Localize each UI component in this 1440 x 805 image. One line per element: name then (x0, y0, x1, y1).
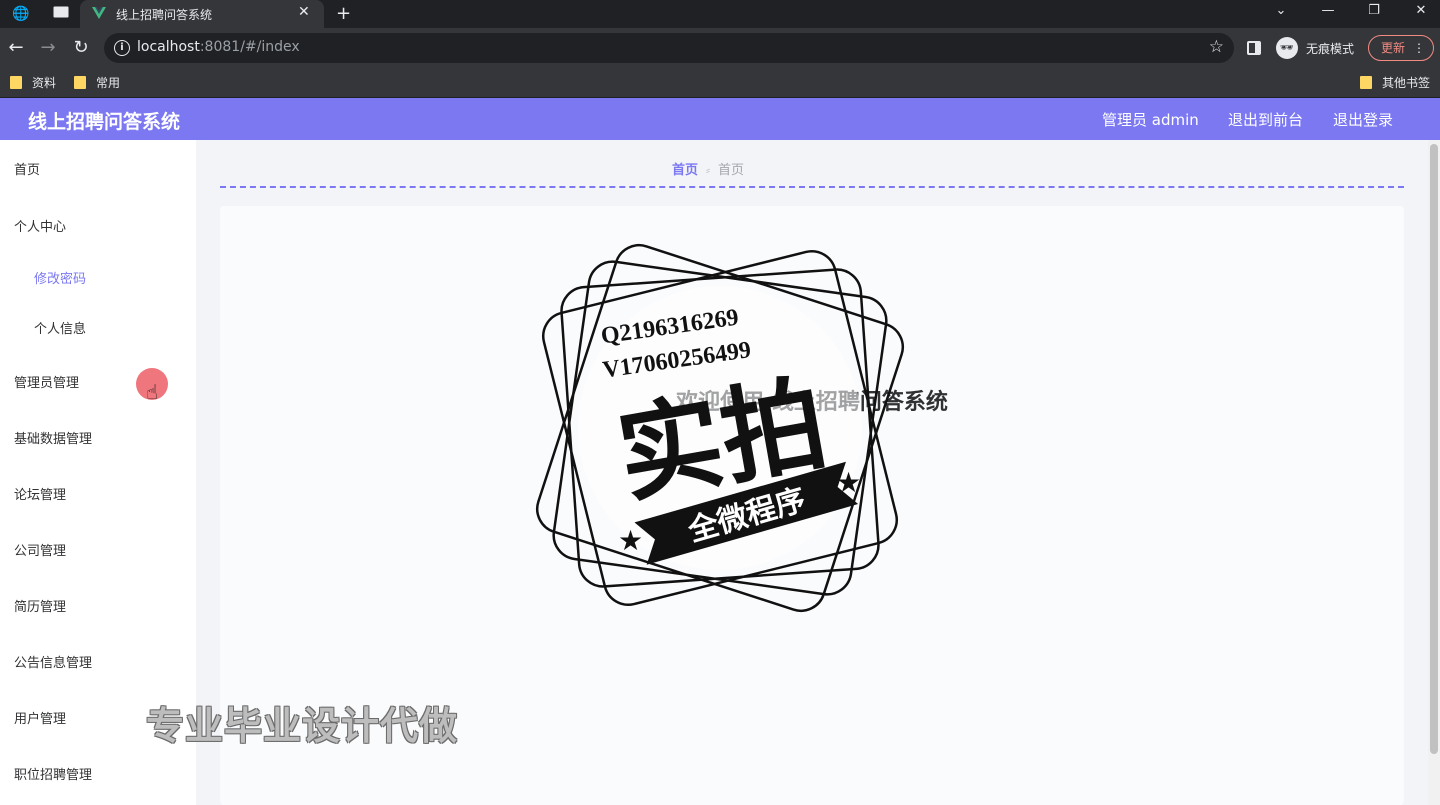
sidebar-item-resume[interactable]: 简历管理 (14, 596, 66, 615)
sidebar-item-job-posting[interactable]: 职位招聘管理 (14, 764, 92, 783)
reload-icon[interactable]: ↻ (70, 37, 92, 59)
sidebar-item-base-data[interactable]: 基础数据管理 (14, 428, 92, 447)
sidebar-item-notice[interactable]: 公告信息管理 (14, 652, 92, 671)
sidebar-item-users[interactable]: 用户管理 (14, 708, 66, 727)
sidebar-item-forum[interactable]: 论坛管理 (14, 484, 66, 503)
vue-logo-icon (92, 7, 106, 19)
page-scrollbar[interactable] (1428, 140, 1440, 805)
current-user-label: 管理员 admin (1102, 111, 1199, 129)
app-title: 线上招聘问答系统 (28, 111, 181, 133)
breadcrumb-separator-icon: ⸗ (706, 163, 711, 177)
restore-icon[interactable]: ❐ (1363, 3, 1385, 18)
bookmark-star-icon[interactable]: ☆ (1209, 37, 1224, 57)
close-tab-icon[interactable]: ✕ (298, 4, 310, 20)
tab-title: 线上招聘问答系统 (116, 8, 213, 22)
sidebar-item-personal-center[interactable]: 个人中心 (14, 216, 66, 235)
dashed-divider (220, 186, 1404, 188)
incognito-label: 无痕模式 (1306, 42, 1355, 56)
forward-arrow-icon[interactable]: → (37, 37, 59, 59)
watermark-stamp: Q2196316269 V17060256499 实拍 全微程序 ★ ★ (535, 243, 905, 613)
incognito-icon[interactable]: 🕶 (1276, 37, 1298, 59)
breadcrumb-current: 首页 (718, 163, 745, 178)
back-arrow-icon[interactable]: ← (5, 37, 27, 59)
side-panel-icon[interactable] (1247, 41, 1261, 55)
bookmarks-bar: 资料 常用 其他书签 (0, 68, 1440, 98)
breadcrumb-home[interactable]: 首页 (672, 163, 698, 178)
more-menu-icon[interactable]: ⋮ (1413, 36, 1425, 60)
tab-search-icon[interactable] (52, 5, 70, 23)
bookmark-folder-2[interactable]: 常用 (74, 74, 120, 92)
sidebar-item-home[interactable]: 首页 (14, 159, 40, 178)
sidebar-item-company[interactable]: 公司管理 (14, 540, 66, 559)
hand-pointer-icon: ☝ (146, 380, 159, 404)
promo-overlay-text: 专业毕业设计代做 (146, 704, 459, 748)
app-header: 线上招聘问答系统 管理员 admin 退出到前台 退出登录 (0, 98, 1440, 140)
logout-link[interactable]: 退出登录 (1333, 109, 1393, 130)
scrollbar-thumb[interactable] (1430, 144, 1438, 754)
sidebar-item-admin-manage[interactable]: 管理员管理 (14, 372, 79, 391)
close-window-icon[interactable]: ✕ (1410, 3, 1432, 18)
sidebar-item-change-password[interactable]: 修改密码 (34, 268, 86, 287)
globe-icon[interactable]: 🌐 (12, 5, 30, 23)
url-text[interactable]: localhost:8081/#/index (137, 39, 300, 55)
back-to-front-link[interactable]: 退出到前台 (1228, 109, 1303, 130)
site-info-icon[interactable]: i (114, 40, 130, 56)
other-bookmarks-folder[interactable]: 其他书签 (1360, 74, 1430, 92)
minimize-icon[interactable]: — (1317, 3, 1339, 18)
new-tab-icon[interactable]: + (336, 3, 351, 24)
folder-icon (1360, 76, 1372, 89)
sidebar-item-profile[interactable]: 个人信息 (34, 318, 86, 337)
browser-toolbar: ← → ↻ i localhost:8081/#/index ☆ 🕶 无痕模式 … (0, 28, 1440, 68)
bookmark-folder-1[interactable]: 资料 (10, 74, 56, 92)
star-icon-left: ★ (618, 524, 643, 557)
address-bar[interactable]: i localhost:8081/#/index ☆ (104, 33, 1234, 63)
update-button[interactable]: 更新 ⋮ (1368, 35, 1434, 61)
browser-tab-active[interactable]: 线上招聘问答系统 ✕ (80, 0, 324, 28)
browser-tab-bar: 🌐 线上招聘问答系统 ✕ + ⌄ — ❐ ✕ (0, 0, 1440, 28)
breadcrumb: 首页 ⸗ 首页 (672, 159, 744, 178)
folder-icon (74, 76, 86, 89)
tab-list-chevron-icon[interactable]: ⌄ (1270, 3, 1292, 18)
folder-icon (10, 76, 22, 89)
star-icon-right: ★ (836, 466, 861, 499)
